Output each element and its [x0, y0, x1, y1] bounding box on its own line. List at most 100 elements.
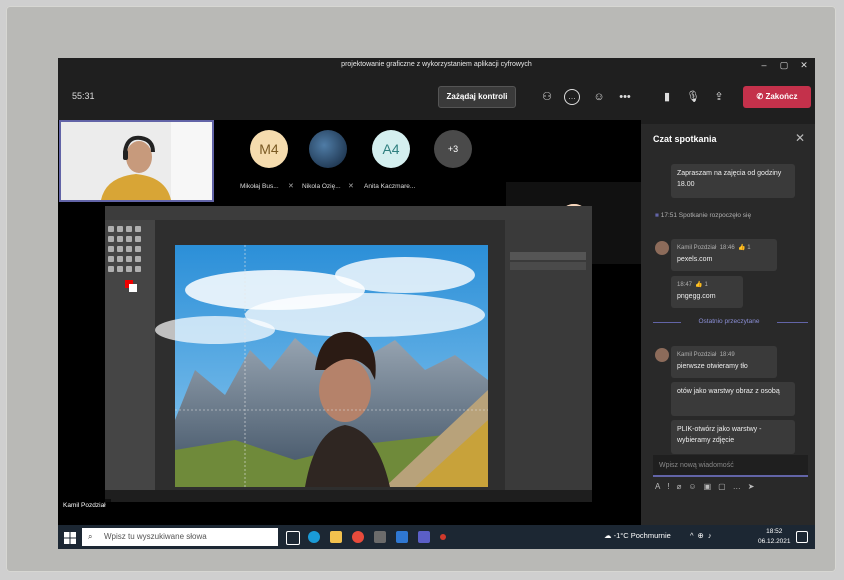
- task-view-icon[interactable]: [286, 531, 300, 545]
- participant-name: Nikola Ozię...: [302, 183, 341, 190]
- gimp-statusbar: [105, 490, 592, 502]
- more-options-icon[interactable]: …: [733, 482, 748, 491]
- gif-icon[interactable]: ▣: [704, 482, 719, 491]
- close-icon[interactable]: ✕: [795, 58, 813, 72]
- maximize-icon[interactable]: ▢: [775, 58, 793, 72]
- edge-icon[interactable]: [308, 531, 320, 543]
- layer-item[interactable]: [510, 262, 586, 270]
- tool-icon[interactable]: [108, 226, 114, 232]
- send-icon[interactable]: ➤: [748, 482, 762, 491]
- gimp-layers-panel: [505, 220, 592, 490]
- tool-icon[interactable]: [135, 256, 141, 262]
- tool-icon[interactable]: [135, 226, 141, 232]
- tool-icon[interactable]: [117, 236, 123, 242]
- reactions-icon[interactable]: ☺: [590, 89, 608, 105]
- recording-icon[interactable]: [440, 534, 446, 540]
- minimize-icon[interactable]: –: [755, 58, 773, 72]
- canvas-image[interactable]: [155, 220, 505, 490]
- format-icon[interactable]: A: [655, 482, 667, 491]
- tool-icon[interactable]: [108, 246, 114, 252]
- more-icon[interactable]: •••: [616, 89, 634, 105]
- attach-icon[interactable]: ⌀: [677, 482, 689, 491]
- shared-screen: [105, 206, 592, 502]
- teams-icon[interactable]: [418, 531, 430, 543]
- participant-avatar[interactable]: A4: [372, 130, 410, 168]
- end-call-button[interactable]: ✆ Zakończ: [743, 86, 811, 108]
- tool-icon[interactable]: [108, 256, 114, 262]
- search-icon: ⌕: [88, 532, 93, 541]
- tool-icon[interactable]: [126, 266, 132, 272]
- participants-row: M4 Mikołaj Bus... ✕ Nikola Ozię... ✕ A4 …: [58, 120, 641, 264]
- important-icon[interactable]: !: [667, 482, 676, 491]
- participant-name: Anita Kaczmare...: [364, 183, 416, 190]
- windows-taskbar: ⌕ Wpisz tu wyszukiwane słowa ☁ -1°C Poch…: [58, 525, 815, 549]
- chat-message: 18:47 👍 1 pngegg.com: [671, 276, 743, 308]
- chat-compose-toolbar: A!⌀☺▣▢…➤: [655, 482, 812, 498]
- participant-avatar[interactable]: M4: [250, 130, 288, 168]
- gimp-icon[interactable]: [374, 531, 386, 543]
- request-control-button[interactable]: Zażądaj kontroli: [438, 86, 516, 108]
- more-participants-badge[interactable]: +3: [434, 130, 472, 168]
- tool-icon[interactable]: [126, 256, 132, 262]
- presenter-name-label: Kamil Pozdział: [58, 499, 111, 513]
- participant-avatar-image[interactable]: [309, 130, 347, 168]
- last-read-divider: Ostatnio przeczytane: [681, 316, 777, 328]
- avatar: [655, 348, 669, 362]
- app-icon[interactable]: [396, 531, 408, 543]
- chat-message: Zapraszam na zajęcia od godziny 18.00: [671, 164, 795, 198]
- tool-icon[interactable]: [117, 256, 123, 262]
- teams-window: projektowanie graficzne z wykorzystaniem…: [58, 58, 815, 549]
- chat-message: otów jako warstwy obraz z osobą: [671, 382, 795, 416]
- chat-message: PLIK-otwórz jako warstwy - wybieramy zdj…: [671, 420, 795, 454]
- tool-icon[interactable]: [135, 246, 141, 252]
- chevron-up-icon[interactable]: ^: [690, 531, 698, 540]
- gimp-toolbox: [105, 220, 155, 490]
- file-explorer-icon[interactable]: [330, 531, 342, 543]
- people-icon[interactable]: ⚇: [538, 89, 556, 105]
- participant-name: Mikołaj Bus...: [240, 183, 279, 190]
- end-call-label: Zakończ: [765, 92, 798, 101]
- network-icon[interactable]: ⊕: [698, 531, 708, 540]
- layer-item[interactable]: [510, 252, 586, 260]
- share-icon[interactable]: ⇪: [710, 89, 728, 105]
- mic-muted-icon: ✕: [288, 183, 294, 190]
- volume-icon[interactable]: ♪: [708, 531, 716, 540]
- chrome-icon[interactable]: [352, 531, 364, 543]
- close-chat-icon[interactable]: ✕: [795, 131, 805, 145]
- gimp-menubar: [105, 206, 592, 220]
- reaction-badge[interactable]: 👍 1: [738, 245, 750, 251]
- presenter-video[interactable]: [59, 120, 214, 202]
- tool-icon[interactable]: [135, 266, 141, 272]
- tool-icon[interactable]: [135, 236, 141, 242]
- mic-off-icon[interactable]: 🎙: [684, 89, 702, 105]
- chat-icon[interactable]: …: [564, 89, 580, 105]
- camera-off-icon[interactable]: ▮: [658, 89, 676, 105]
- background-color-swatch[interactable]: [129, 284, 137, 292]
- avatar: [655, 241, 669, 255]
- meeting-toolbar: 55:31 Zażądaj kontroli ⚇ … ☺ ••• ▮ 🎙 ⇪ ✆…: [58, 72, 815, 125]
- sticker-icon[interactable]: ▢: [718, 482, 733, 491]
- window-title: projektowanie graficzne z wykorzystaniem…: [58, 58, 815, 72]
- gimp-canvas-area: [155, 220, 505, 490]
- tool-icon[interactable]: [126, 226, 132, 232]
- chat-message-input[interactable]: Wpisz nową wiadomość: [653, 455, 808, 477]
- reaction-badge[interactable]: 👍 1: [695, 282, 707, 288]
- chat-message: Kamil Pozdział 18:49 pierwsze otwieramy …: [671, 346, 777, 378]
- chat-message: Kamil Pozdział 18:46 👍 1 pexels.com: [671, 239, 777, 271]
- chat-title: Czat spotkania: [653, 134, 717, 144]
- screen-bezel: projektowanie graficzne z wykorzystaniem…: [6, 6, 836, 572]
- tool-icon[interactable]: [108, 266, 114, 272]
- tool-icon[interactable]: [117, 226, 123, 232]
- tool-icon[interactable]: [126, 246, 132, 252]
- taskbar-clock[interactable]: 18:52 06.12.2021: [758, 527, 791, 547]
- tool-icon[interactable]: [108, 236, 114, 242]
- windows-start-icon[interactable]: [64, 531, 76, 544]
- system-tray: ^⊕♪: [690, 531, 716, 540]
- tool-icon[interactable]: [126, 236, 132, 242]
- emoji-icon[interactable]: ☺: [688, 482, 703, 491]
- tool-icon[interactable]: [117, 246, 123, 252]
- notification-icon[interactable]: [796, 531, 808, 543]
- taskbar-search-input[interactable]: ⌕ Wpisz tu wyszukiwane słowa: [82, 528, 278, 546]
- weather-widget[interactable]: ☁ -1°C Pochmurnie: [604, 531, 671, 540]
- tool-icon[interactable]: [117, 266, 123, 272]
